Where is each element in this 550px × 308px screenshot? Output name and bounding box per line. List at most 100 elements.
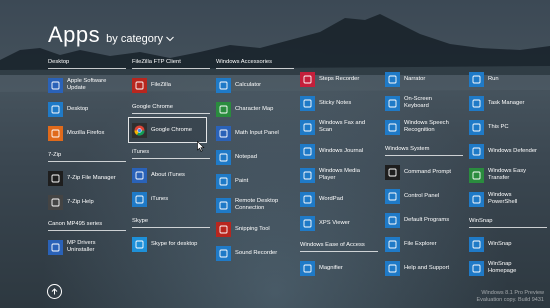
app-tile[interactable]: iTunes: [132, 187, 210, 211]
sticky-notes-icon: [300, 95, 315, 111]
app-tile[interactable]: Windows Defender: [469, 139, 547, 163]
sound-recorder-icon: [216, 245, 231, 261]
app-tile[interactable]: MP Drivers Uninstaller: [48, 235, 126, 259]
control-panel-icon: [385, 188, 400, 204]
group-title: Windows Ease of Access: [300, 241, 378, 252]
app-tile[interactable]: Windows PowerShell: [469, 187, 547, 211]
app-tile-label: Windows Media Player: [319, 168, 360, 181]
app-tile-label: Command Prompt: [404, 168, 452, 175]
app-tile-label: Sound Recorder: [235, 249, 278, 256]
app-tile[interactable]: Windows Speech Recognition: [385, 115, 463, 139]
app-tile-label: Remote Desktop Connection: [235, 198, 279, 211]
default-programs-icon: [385, 212, 400, 228]
app-tile-label: Snipping Tool: [235, 225, 270, 232]
app-tile-label: About iTunes: [151, 171, 185, 178]
group-title: FileZilla FTP Client: [132, 58, 210, 69]
app-tile[interactable]: Default Programs: [385, 208, 463, 232]
app-tile[interactable]: Notepad: [216, 145, 294, 169]
app-tile[interactable]: On-Screen Keyboard: [385, 91, 463, 115]
app-tile-label: Default Programs: [404, 216, 450, 223]
7zip-icon: [48, 170, 63, 186]
app-tile[interactable]: Desktop: [48, 97, 126, 121]
app-tile[interactable]: Calculator: [216, 73, 294, 97]
app-tile[interactable]: Paint: [216, 169, 294, 193]
app-tile[interactable]: File Explorer: [385, 232, 463, 256]
xps-viewer-icon: [300, 215, 315, 231]
app-tile[interactable]: 7-Zip File Manager: [48, 166, 126, 190]
app-tile-label: This PC: [488, 123, 509, 130]
app-tile[interactable]: 7-Zip Help: [48, 190, 126, 214]
app-tile[interactable]: FileZilla: [132, 73, 210, 97]
sort-dropdown[interactable]: by category: [106, 33, 174, 45]
steps-recorder-icon: [300, 71, 315, 87]
narrator-icon: [385, 71, 400, 87]
app-tile[interactable]: Sticky Notes: [300, 91, 378, 115]
app-tile[interactable]: Windows Journal: [300, 139, 378, 163]
app-tile[interactable]: Sound Recorder: [216, 241, 294, 265]
app-tile-label: Run: [488, 75, 499, 82]
app-tile[interactable]: XPS Viewer: [300, 211, 378, 235]
app-tile-label: iTunes: [151, 195, 169, 202]
app-tile[interactable]: Snipping Tool: [216, 217, 294, 241]
command-prompt-icon: [385, 164, 400, 180]
app-tile[interactable]: Command Prompt: [385, 160, 463, 184]
app-tile-label: Math Input Panel: [235, 129, 279, 136]
watermark-line-1: Windows 8.1 Pro Preview: [481, 290, 544, 296]
app-tile[interactable]: Run: [469, 67, 547, 91]
app-tile-label: Skype for desktop: [151, 240, 198, 247]
app-tile[interactable]: Magnifier: [300, 256, 378, 280]
app-tile[interactable]: Narrator: [385, 67, 463, 91]
app-tile[interactable]: Windows Media Player: [300, 163, 378, 187]
app-tile[interactable]: Steps Recorder: [300, 67, 378, 91]
app-tile[interactable]: Windows Easy Transfer: [469, 163, 547, 187]
app-tile[interactable]: WinSnap: [469, 232, 547, 256]
scroll-up-button[interactable]: [47, 284, 62, 299]
run-icon: [469, 71, 484, 87]
filezilla-icon: [132, 77, 147, 93]
app-tile-label: Paint: [235, 177, 249, 184]
magnifier-icon: [300, 260, 315, 276]
app-tile[interactable]: Mozilla Firefox: [48, 121, 126, 145]
app-tile[interactable]: Skype for desktop: [132, 232, 210, 256]
chrome-icon: [132, 122, 147, 138]
task-manager-icon: [469, 95, 484, 111]
app-tile-label: File Explorer: [404, 240, 437, 247]
app-tile[interactable]: Apple Software Update: [48, 73, 126, 97]
firefox-icon: [48, 125, 63, 141]
apps-column: Windows Accessories Calculator Character M…: [216, 58, 294, 265]
math-input-icon: [216, 125, 231, 141]
microphone-icon: [385, 119, 400, 135]
app-tile[interactable]: Control Panel: [385, 184, 463, 208]
app-tile-label: Windows PowerShell: [488, 192, 518, 205]
app-tile-label: 7-Zip File Manager: [67, 174, 116, 181]
printer-icon: [48, 239, 63, 255]
watermark-line-2: Evaluation copy. Build 9431: [476, 297, 544, 303]
app-tile-label: 7-Zip Help: [67, 198, 94, 205]
itunes-icon: [132, 191, 147, 207]
app-tile[interactable]: Remote Desktop Connection: [216, 193, 294, 217]
group-title: Canon MP495 series: [48, 220, 126, 231]
app-tile[interactable]: Math Input Panel: [216, 121, 294, 145]
app-tile-label: Sticky Notes: [319, 99, 352, 106]
remote-desktop-icon: [216, 197, 231, 213]
app-tile[interactable]: This PC: [469, 115, 547, 139]
app-tile-label: On-Screen Keyboard: [404, 96, 433, 109]
app-tile[interactable]: Help and Support: [385, 256, 463, 280]
wordpad-icon: [300, 191, 315, 207]
app-tile[interactable]: Windows Fax and Scan: [300, 115, 378, 139]
apps-column: Steps Recorder Sticky Notes Windows Fax an…: [300, 58, 378, 280]
media-player-icon: [300, 167, 315, 183]
app-tile-label: Calculator: [235, 81, 262, 88]
app-tile-label: Windows Easy Transfer: [488, 168, 527, 181]
app-tile[interactable]: WordPad: [300, 187, 378, 211]
skype-icon: [132, 236, 147, 252]
app-tile[interactable]: Character Map: [216, 97, 294, 121]
sort-label: by category: [106, 33, 164, 45]
app-tile-label: Narrator: [404, 75, 426, 82]
apps-column: Run Task Manager This PC Windows Defender Wi…: [469, 58, 547, 280]
app-tile-label: Windows Fax and Scan: [319, 120, 366, 133]
app-tile[interactable]: WinSnap Homepage: [469, 256, 547, 280]
app-tile[interactable]: Task Manager: [469, 91, 547, 115]
app-tile[interactable]: Google Chrome: [128, 117, 207, 143]
app-tile[interactable]: About iTunes: [132, 163, 210, 187]
